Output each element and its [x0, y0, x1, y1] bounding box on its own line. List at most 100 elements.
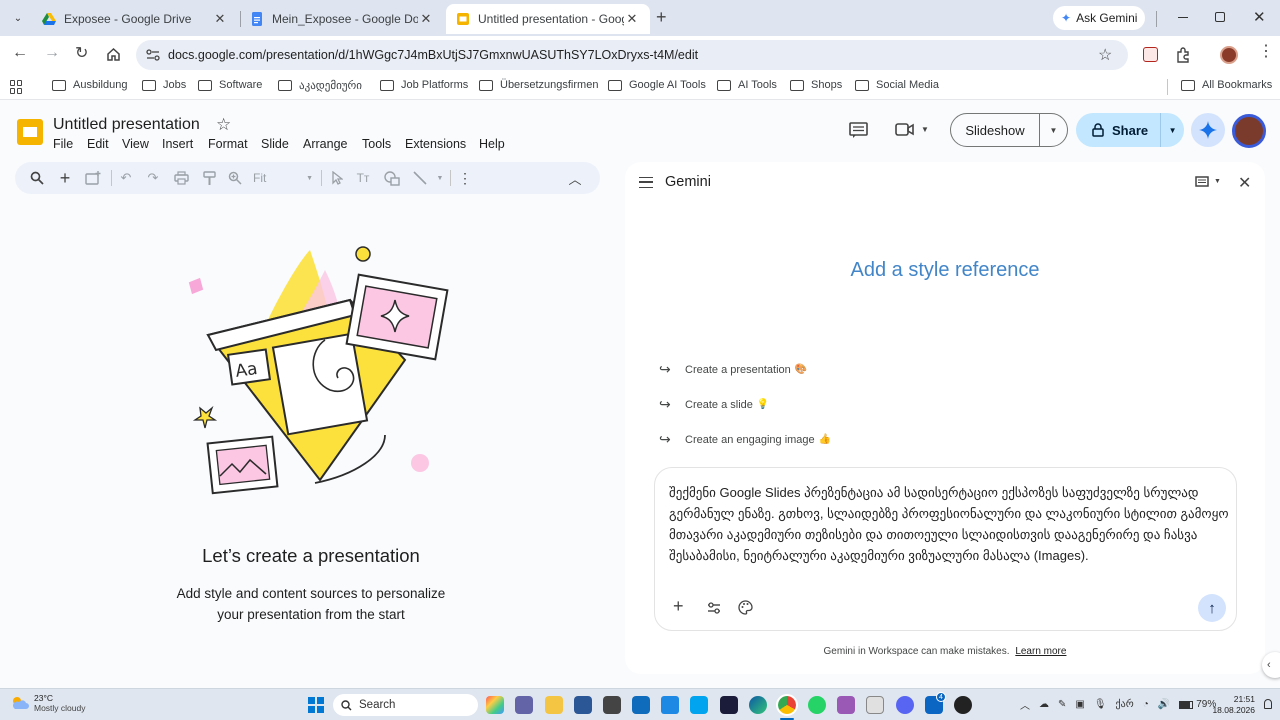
taskbar-search-box[interactable]: Search [333, 694, 478, 716]
chevron-down-icon[interactable]: ▼ [1161, 126, 1184, 135]
suggestion-create-image[interactable]: ↪ Create an engaging image 👍 [659, 431, 831, 448]
bookmark-folder[interactable]: Google AI Tools [608, 79, 706, 91]
wifi-icon[interactable]: ◔ [1143, 699, 1149, 710]
palette-icon[interactable] [738, 600, 753, 615]
redo-icon[interactable]: ↷ [145, 170, 161, 186]
search-menus-icon[interactable] [29, 170, 45, 186]
all-bookmarks[interactable]: All Bookmarks [1181, 79, 1272, 91]
add-attachment-icon[interactable]: + [673, 596, 684, 617]
minimize-icon[interactable] [1178, 17, 1188, 18]
notifications-icon[interactable] [1264, 699, 1272, 709]
language-indicator[interactable]: ქარ [1116, 699, 1134, 710]
bookmark-folder[interactable]: Übersetzungsfirmen [479, 79, 598, 91]
share-button[interactable]: Share ▼ [1076, 113, 1184, 147]
line-icon[interactable] [412, 170, 428, 186]
bookmark-folder[interactable]: Jobs [142, 79, 186, 91]
account-avatar[interactable] [1232, 114, 1266, 148]
file-explorer-icon[interactable] [545, 696, 563, 714]
teams-app-icon[interactable] [515, 696, 533, 714]
volume-icon[interactable]: 🔊 [1158, 699, 1170, 710]
menu-tools[interactable]: Tools [362, 137, 391, 151]
google-slides-logo[interactable] [15, 117, 45, 147]
camera-icon[interactable]: ▣ [1075, 699, 1084, 710]
gemini-button[interactable] [1191, 113, 1225, 147]
hamburger-menu-icon[interactable] [639, 177, 653, 188]
menu-edit[interactable]: Edit [87, 137, 109, 151]
select-pointer-icon[interactable] [329, 170, 345, 186]
text-box-icon[interactable]: Tт [355, 170, 371, 186]
bookmark-star-icon[interactable]: ☆ [1098, 45, 1112, 65]
extensions-icon[interactable] [1175, 47, 1191, 63]
bookmark-folder[interactable]: Social Media [855, 79, 939, 91]
apps-grid-icon[interactable] [10, 80, 24, 94]
undo-icon[interactable]: ↶ [118, 170, 134, 186]
chrome-app-icon[interactable] [776, 694, 798, 716]
bookmark-folder[interactable]: Ausbildung [52, 79, 127, 91]
expand-side-panel-button[interactable]: ‹ [1262, 652, 1280, 678]
chevron-down-icon[interactable]: ▼ [432, 170, 448, 186]
settings-sliders-icon[interactable] [707, 602, 721, 614]
close-tab-icon[interactable]: ✕ [212, 11, 228, 27]
mail-app-icon[interactable] [690, 696, 708, 714]
tab-drive[interactable]: Exposee - Google Drive ✕ [32, 4, 238, 34]
comments-icon[interactable] [849, 122, 868, 139]
close-panel-icon[interactable]: ✕ [1238, 173, 1251, 193]
widgets-app-icon[interactable] [486, 696, 504, 714]
recorder-app-icon[interactable] [954, 696, 972, 714]
menu-extensions[interactable]: Extensions [405, 137, 466, 151]
close-tab-icon[interactable]: ✕ [418, 11, 434, 27]
new-slide-icon[interactable]: + [57, 168, 73, 188]
menu-help[interactable]: Help [479, 137, 505, 151]
zoom-select[interactable]: Fit ▼ [253, 170, 313, 186]
tab-slides[interactable]: Untitled presentation - Google ✕ [446, 4, 650, 34]
bookmark-folder[interactable]: Shops [790, 79, 842, 91]
affinity-app-icon[interactable] [720, 696, 738, 714]
tab-docs[interactable]: Mein_Exposee - Google Docs ✕ [240, 4, 444, 34]
menu-arrange[interactable]: Arrange [303, 137, 347, 151]
reload-icon[interactable]: ↻ [75, 43, 88, 63]
pen-icon[interactable]: ✎ [1058, 699, 1066, 710]
bookmark-folder[interactable]: Software [198, 79, 262, 91]
print-icon[interactable] [173, 170, 189, 186]
bookmark-folder[interactable]: Job Platforms [380, 79, 468, 91]
menu-file[interactable]: File [53, 137, 73, 151]
cloud-sync-icon[interactable]: ☁ [1039, 699, 1049, 710]
collapse-toolbar-icon[interactable]: ︿ [567, 170, 583, 187]
address-bar[interactable]: docs.google.com/presentation/d/1hWGgc7J4… [136, 40, 1128, 70]
meet-call-button[interactable]: ▼ [895, 122, 929, 137]
browser-menu-icon[interactable]: ⋮ [1258, 44, 1274, 60]
back-icon[interactable]: ← [12, 44, 28, 62]
menu-view[interactable]: View [122, 137, 149, 151]
site-info-icon[interactable] [146, 49, 160, 61]
home-icon[interactable] [106, 47, 121, 62]
photos-app-icon[interactable] [837, 696, 855, 714]
bookmark-folder[interactable]: აკადემიური [278, 79, 362, 92]
outlook-app-icon[interactable] [632, 696, 650, 714]
new-slide-layout-icon[interactable] [85, 170, 101, 186]
star-icon[interactable]: ☆ [216, 115, 231, 135]
more-options-icon[interactable]: ⋮ [457, 170, 473, 186]
forward-icon[interactable]: → [44, 44, 60, 62]
edge-app-icon[interactable] [749, 696, 767, 714]
discord-app-icon[interactable] [896, 696, 914, 714]
suggestion-create-slide[interactable]: ↪ Create a slide 💡 [659, 396, 769, 413]
menu-insert[interactable]: Insert [162, 137, 193, 151]
prompt-input[interactable]: შექმენი Google Slides პრეზენტაცია ამ სად… [654, 467, 1237, 631]
suggestion-create-presentation[interactable]: ↪ Create a presentation 🎨 [659, 361, 807, 378]
paint-format-icon[interactable] [201, 170, 217, 186]
chevron-up-icon[interactable]: ︿ [1020, 697, 1030, 712]
document-title[interactable]: Untitled presentation [53, 116, 200, 134]
menu-format[interactable]: Format [208, 137, 248, 151]
terminal-app-icon[interactable] [603, 696, 621, 714]
menu-slide[interactable]: Slide [261, 137, 289, 151]
store-app-icon[interactable] [574, 696, 592, 714]
profile-avatar[interactable] [1220, 46, 1238, 64]
prompt-text[interactable]: შექმენი Google Slides პრეზენტაცია ამ სად… [669, 482, 1229, 566]
learn-more-link[interactable]: Learn more [1015, 646, 1066, 657]
slideshow-button[interactable]: Slideshow ▼ [950, 113, 1068, 147]
clock[interactable]: 21:51 18.08.2026 [1205, 694, 1255, 716]
restore-icon[interactable] [1215, 12, 1225, 22]
downloads-icon[interactable] [1143, 47, 1158, 62]
close-tab-icon[interactable]: ✕ [624, 11, 640, 27]
whatsapp-app-icon[interactable] [808, 696, 826, 714]
